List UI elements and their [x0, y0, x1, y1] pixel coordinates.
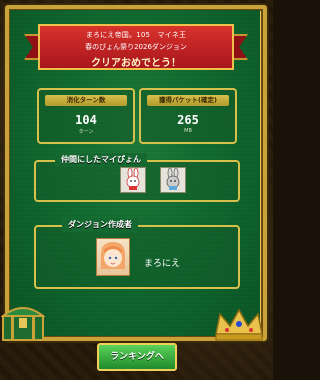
- creator-avatar[interactable]: [96, 238, 130, 276]
- blue-bunny-icon: [161, 167, 185, 192]
- treasure-chest-icon: [1, 307, 45, 341]
- companion-red-bunny[interactable]: [120, 167, 146, 193]
- banner-congrats: クリアおめでとう！: [91, 58, 181, 69]
- packets-stat-box: 獲得パケット(確定) 265 MB: [139, 88, 237, 144]
- banner-line-2: 春のぴょん祭り2026ダンジョン: [85, 43, 187, 51]
- creator-title: ダンジョン作成者: [62, 218, 138, 232]
- banner-line-1: まろにえ帝国。105 マイネ王: [85, 31, 187, 39]
- packets-label: 獲得パケット(確定): [147, 95, 229, 106]
- turns-unit: ターン: [78, 129, 94, 135]
- packets-unit: MB: [184, 128, 192, 134]
- crown-icon: [215, 308, 263, 341]
- creator-name: まろにえ: [144, 259, 181, 269]
- turns-value: 104: [75, 113, 97, 127]
- ranking-button[interactable]: ランキングへ: [97, 343, 177, 371]
- turns-stat-box: 消化ターン数 104 ターン: [37, 88, 135, 144]
- packets-value: 265: [177, 113, 199, 127]
- companions-title: 仲間にしたマイぴょん: [55, 153, 147, 167]
- red-bunny-icon: [121, 167, 145, 192]
- companion-blue-bunny[interactable]: [160, 167, 186, 193]
- turns-label: 消化ターン数: [45, 95, 127, 106]
- creator-avatar-icon: [101, 242, 125, 269]
- creator-section: [34, 225, 240, 289]
- clear-banner: まろにえ帝国。105 マイネ王 春のぴょん祭り2026ダンジョン クリアおめでと…: [38, 24, 234, 70]
